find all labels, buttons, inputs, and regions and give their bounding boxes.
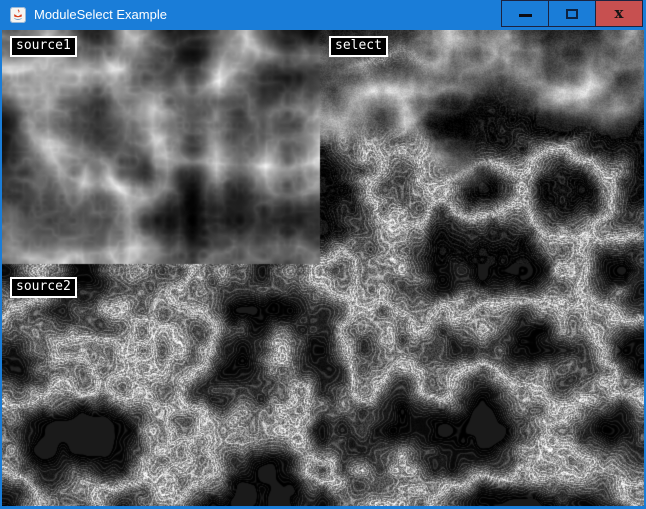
app-window: ModuleSelect Example x source1 select so… — [0, 0, 646, 509]
maximize-icon — [566, 9, 578, 19]
label-source1: source1 — [10, 36, 77, 57]
minimize-icon — [519, 14, 532, 17]
label-select: select — [329, 36, 388, 57]
java-coffee-cup-icon — [10, 7, 26, 23]
close-icon: x — [615, 6, 624, 21]
label-source2: source2 — [10, 277, 77, 298]
render-area: source1 select source2 — [2, 30, 644, 506]
title-bar[interactable]: ModuleSelect Example x — [0, 0, 646, 30]
noise-canvas — [2, 30, 644, 506]
maximize-button[interactable] — [548, 0, 596, 27]
close-button[interactable]: x — [595, 0, 643, 27]
window-title: ModuleSelect Example — [34, 0, 167, 30]
window-controls: x — [501, 0, 643, 27]
minimize-button[interactable] — [501, 0, 549, 27]
